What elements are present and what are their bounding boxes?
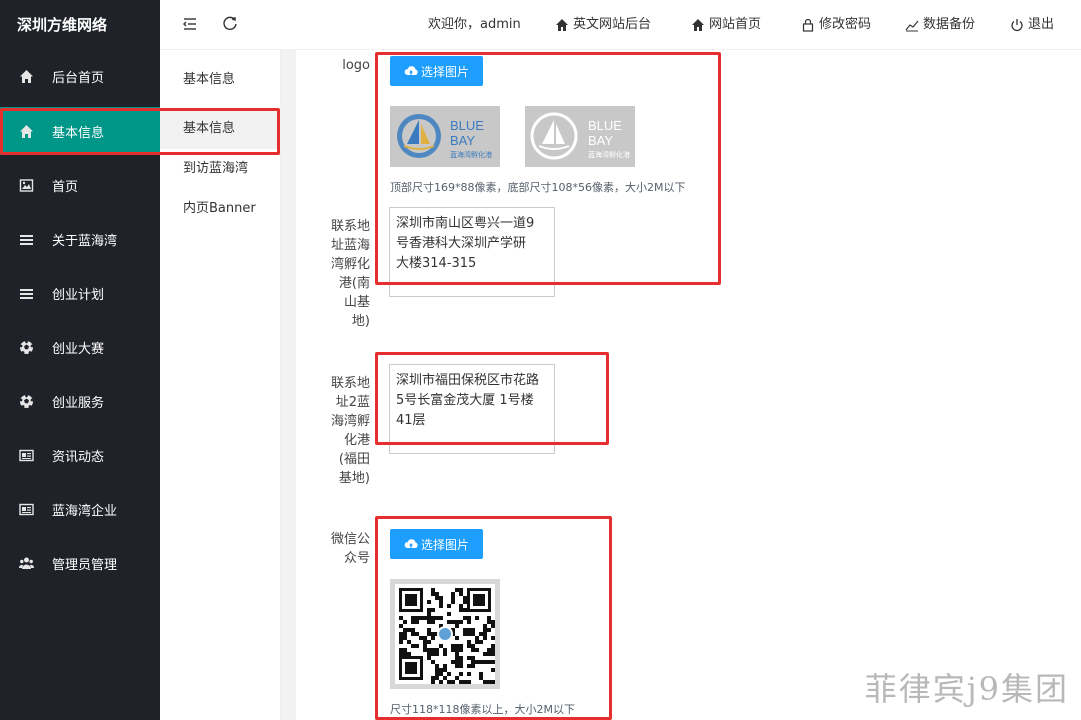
logo-bottom-subtext: 蓝海湾孵化港: [588, 151, 630, 159]
change-password-link[interactable]: 修改密码: [801, 0, 871, 50]
logo-label: logo: [342, 58, 370, 73]
football-icon: [18, 339, 34, 355]
collapse-menu-icon[interactable]: [181, 15, 201, 35]
sidebar-item-10[interactable]: 管理员管理: [0, 539, 160, 587]
chart-line-icon: [905, 20, 919, 32]
brand-title: 深圳方维网络: [17, 16, 108, 34]
sidebar-item-label: 创业服务: [52, 395, 105, 411]
address1-textarea[interactable]: 深圳市南山区粤兴一道9 号香港科大深圳产学研 大楼314-315: [389, 207, 555, 297]
sidebar-item-7[interactable]: 创业服务: [0, 377, 160, 425]
sidebar-item-label: 蓝海湾企业: [52, 503, 118, 519]
qr-code-icon: [395, 584, 495, 684]
sidebar-item-9[interactable]: 蓝海湾企业: [0, 485, 160, 533]
sub-navigation: 基本信息 基本信息 到访蓝海湾 内页Banner: [160, 0, 281, 720]
subnav-item-basic-info-header[interactable]: 基本信息: [160, 60, 281, 100]
logo-size-hint: 顶部尺寸169*88像素，底部尺寸108*56像素，大小2M以下: [390, 181, 686, 194]
address2-label: 联系地址2蓝海湾孵化港(福田基地): [330, 376, 370, 486]
logo-top-preview: BLUE BAY 蓝海湾孵化港: [390, 106, 500, 167]
logout-link[interactable]: 退出: [1010, 0, 1054, 50]
english-admin-link[interactable]: 英文网站后台: [555, 0, 651, 50]
power-icon: [1011, 19, 1023, 32]
home-icon: [556, 19, 568, 31]
home-icon: [692, 19, 704, 31]
sidebar-item-label: 资讯动态: [52, 449, 105, 465]
sidebar-item-5[interactable]: 创业计划: [0, 269, 160, 317]
home-icon: [18, 68, 34, 84]
data-backup-link[interactable]: 数据备份: [905, 0, 975, 50]
wechat-qr-preview: [390, 579, 500, 689]
top-header: 欢迎你，admin 英文网站后台 网站首页 修改密码 数据备份 退出: [160, 0, 1081, 50]
sidebar-item-6[interactable]: 创业大赛: [0, 323, 160, 371]
sidebar-item-8[interactable]: 资讯动态: [0, 431, 160, 479]
subnav-item-banner[interactable]: 内页Banner: [160, 189, 281, 229]
refresh-icon[interactable]: [221, 15, 241, 35]
sidebar-item-1[interactable]: 后台首页: [0, 52, 160, 100]
home-icon: [18, 123, 34, 139]
sidebar-item-4[interactable]: 关于蓝海湾: [0, 215, 160, 263]
address2-textarea[interactable]: 深圳市福田保税区市花路 5号长富金茂大厦 1号楼 41层: [389, 364, 555, 454]
subnav-item-visit[interactable]: 到访蓝海湾: [160, 149, 281, 189]
welcome-text: 欢迎你，admin: [428, 17, 521, 32]
logo-top-subtext: 蓝海湾孵化港: [450, 151, 492, 159]
logo-bottom-text: BLUE BAY: [588, 118, 622, 148]
cloud-upload-icon: [404, 539, 418, 548]
logo-upload-button[interactable]: 选择图片: [390, 56, 483, 86]
sidebar-item-label: 创业大赛: [52, 341, 105, 357]
subnav-item-basic-info[interactable]: 基本信息: [160, 109, 281, 149]
newspaper-icon: [18, 447, 34, 463]
newspaper-icon: [18, 501, 34, 517]
sidebar-item-2[interactable]: 基本信息: [0, 107, 160, 155]
logo-bottom-preview: BLUE BAY 蓝海湾孵化港: [525, 106, 635, 167]
wechat-size-hint: 尺寸118*118像素以上，大小2M以下: [390, 703, 575, 716]
sidebar-item-label: 基本信息: [52, 125, 105, 141]
sidebar-item-label: 后台首页: [52, 70, 105, 86]
lock-icon: [802, 18, 814, 32]
logo-top-text: BLUE BAY: [450, 118, 484, 148]
sidebar-item-label: 创业计划: [52, 287, 105, 303]
website-home-link[interactable]: 网站首页: [691, 0, 761, 50]
watermark-text: 菲律宾j9集团: [864, 670, 1069, 708]
cloud-upload-icon: [404, 66, 418, 75]
address1-label: 联系地址蓝海湾孵化港(南山基地): [330, 219, 370, 329]
wechat-upload-button[interactable]: 选择图片: [390, 529, 483, 559]
list-icon: [18, 285, 34, 301]
sidebar-item-label: 首页: [52, 179, 79, 195]
image-icon: [18, 177, 34, 193]
sidebar-item-3[interactable]: 首页: [0, 161, 160, 209]
sidebar-item-label: 关于蓝海湾: [52, 233, 118, 249]
wechat-label: 微信公众号: [330, 532, 370, 566]
football-icon: [18, 393, 34, 409]
list-icon: [18, 231, 34, 247]
users-icon: [18, 555, 34, 571]
sidebar-item-label: 管理员管理: [52, 557, 118, 573]
